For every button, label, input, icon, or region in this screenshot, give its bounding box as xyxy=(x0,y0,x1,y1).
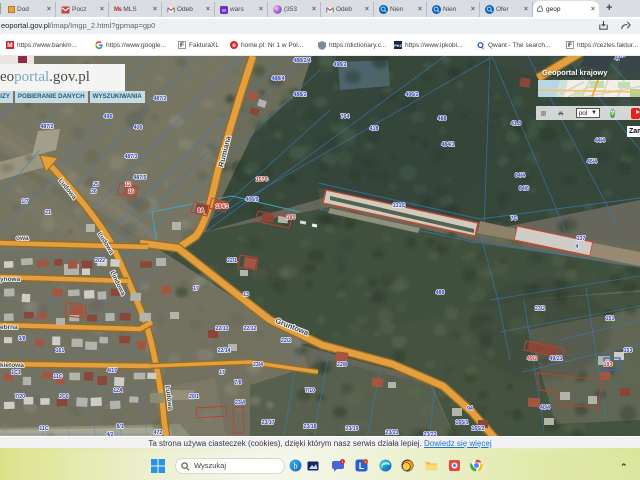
svg-text:b: b xyxy=(294,462,298,471)
